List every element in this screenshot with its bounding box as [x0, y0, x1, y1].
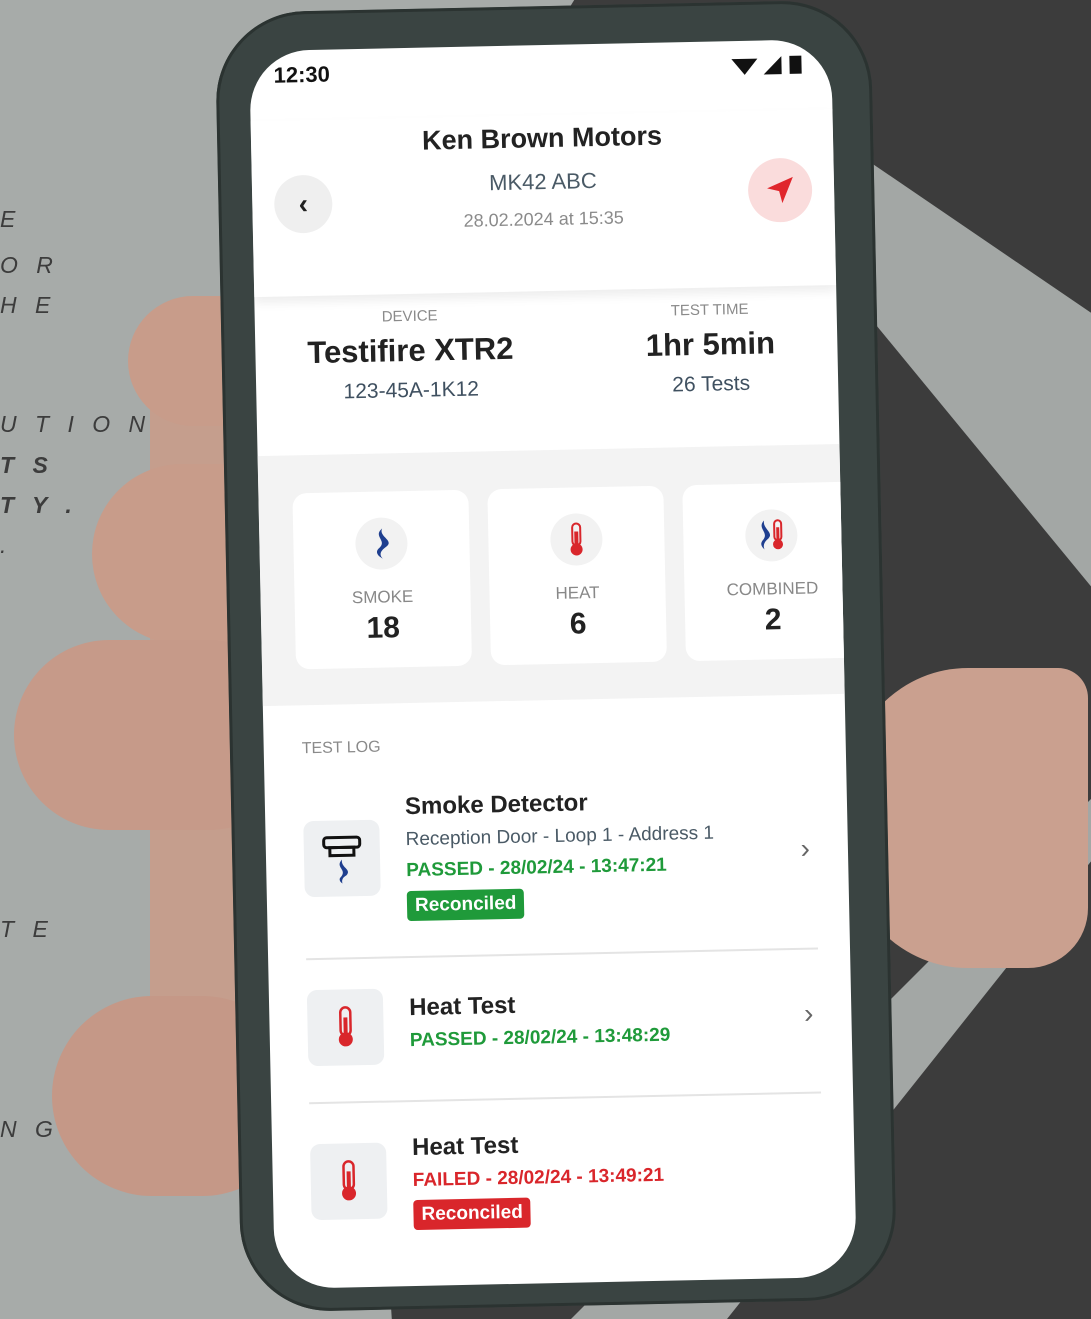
side-text-line: E — [0, 206, 22, 232]
signal-battery-icon — [731, 55, 802, 75]
device-serial: 123-45A-1K12 — [343, 377, 480, 404]
chevron-right-icon: › — [803, 997, 814, 1029]
chevron-right-icon: › — [800, 832, 811, 864]
log-status: PASSED - 28/02/24 - 13:47:21 — [406, 854, 667, 882]
log-title: Heat Test — [408, 991, 516, 1022]
divider — [306, 947, 819, 961]
send-icon — [767, 176, 793, 204]
page-date: 28.02.2024 at 15:35 — [463, 207, 624, 231]
card-heat[interactable]: HEAT 6 — [487, 485, 667, 666]
combined-icon — [744, 508, 798, 562]
card-value: 6 — [569, 607, 587, 641]
smoke-icon — [354, 517, 408, 571]
thermometer-icon — [306, 988, 385, 1067]
side-text-line: T Y . — [0, 492, 78, 518]
log-title: Smoke Detector — [404, 789, 588, 821]
card-label: SMOKE — [351, 586, 414, 608]
status-badge: Reconciled — [406, 888, 525, 922]
log-status: PASSED - 28/02/24 - 13:48:29 — [409, 1024, 671, 1052]
device-column: DEVICE Testifire XTR2 123-45A-1K12 — [295, 306, 527, 406]
log-title: Heat Test — [411, 1131, 519, 1162]
side-text-line: T S — [0, 452, 54, 478]
side-text-line: H E — [0, 292, 57, 318]
device-label: DEVICE — [381, 307, 438, 326]
side-text-line: N G — [0, 1116, 59, 1142]
side-text-line: . — [0, 532, 13, 558]
smoke-detector-icon — [303, 819, 381, 898]
side-text-line: O R — [0, 252, 59, 278]
page-subtitle: MK42 ABC — [488, 167, 597, 196]
card-label: COMBINED — [726, 578, 819, 600]
card-value: 2 — [764, 603, 782, 637]
test-type-cards: SMOKE 18 HEAT 6 COMBINED 2 — [257, 443, 857, 707]
log-location: Reception Door - Loop 1 - Address 1 — [405, 822, 715, 851]
test-log-label: TEST LOG — [301, 738, 381, 758]
card-combined[interactable]: COMBINED 2 — [682, 481, 857, 662]
card-label: HEAT — [555, 583, 600, 603]
device-name: Testifire XTR2 — [306, 330, 514, 371]
device-summary: DEVICE Testifire XTR2 123-45A-1K12 TEST … — [254, 289, 839, 461]
status-time: 12:30 — [273, 61, 331, 88]
phone-screen: 12:30 ‹ Ken Brown Motors MK42 ABC 28.02.… — [249, 39, 857, 1289]
list-item[interactable]: Heat Test PASSED - 28/02/24 - 13:48:29 › — [306, 975, 829, 1096]
status-icons — [729, 54, 806, 83]
card-value: 18 — [366, 611, 401, 645]
side-text-line: T E — [0, 916, 54, 942]
test-time-column: TEST TIME 1hr 5min 26 Tests — [614, 300, 806, 399]
list-item[interactable]: Smoke Detector Reception Door - Loop 1 -… — [303, 784, 826, 945]
page-title: Ken Brown Motors — [421, 120, 663, 156]
test-time-duration: 1hr 5min — [645, 325, 776, 363]
header: ‹ Ken Brown Motors MK42 ABC 28.02.2024 a… — [250, 109, 837, 298]
test-count: 26 Tests — [672, 371, 751, 397]
side-text-line: U T I O N — [0, 411, 152, 437]
card-smoke[interactable]: SMOKE 18 — [292, 489, 473, 670]
test-time-label: TEST TIME — [670, 300, 749, 320]
thermometer-icon — [549, 512, 603, 567]
list-item[interactable]: Heat Test FAILED - 28/02/24 - 13:49:21 R… — [310, 1119, 833, 1270]
log-status: FAILED - 28/02/24 - 13:49:21 — [412, 1164, 665, 1192]
thermometer-icon — [310, 1142, 388, 1221]
status-badge: Reconciled — [413, 1197, 532, 1231]
